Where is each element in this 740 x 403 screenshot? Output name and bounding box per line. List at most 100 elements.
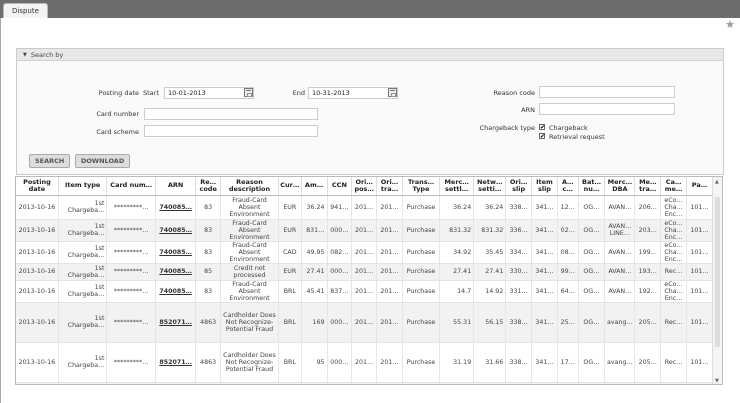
table-cell: Fraud-Card Absent Environment — [220, 195, 279, 220]
table-cell: AVAN… — [604, 263, 636, 281]
table-cell: 101… — [686, 280, 713, 303]
column-header[interactable]: Me… tra… — [634, 177, 662, 196]
start-date-input[interactable]: 10-01-2013 — [164, 87, 254, 99]
table-cell: Credit not processed — [220, 263, 279, 281]
table-cell: 64… — [557, 280, 579, 303]
table-cell: 2013-10-16 — [16, 263, 59, 281]
table-row[interactable]: 2013-10-161st Chargeba…*********…852071…… — [16, 302, 713, 343]
arn-link[interactable]: 740085… — [155, 241, 197, 264]
table-cell: 338… — [505, 302, 533, 343]
table-cell: 199… — [634, 241, 662, 264]
table-row[interactable]: 2013-10-16 1st Chargeba… *********… 740085…… — [16, 195, 713, 220]
table-cell: OG… — [578, 302, 606, 343]
column-header[interactable]: Posting date — [16, 177, 59, 196]
table-cell: 341… — [531, 241, 558, 264]
table-cell: 83 — [195, 195, 222, 220]
arn-link[interactable]: 740085… — [155, 195, 197, 220]
table-row[interactable]: 2013-10-16 1st Chargeba… *********… 740085…… — [16, 280, 713, 303]
arn-link[interactable]: 740085… — [155, 219, 197, 242]
table-cell: 334… — [505, 241, 533, 264]
column-header[interactable]: Ori… pos… — [351, 177, 378, 196]
vertical-scrollbar[interactable]: ▲ ▼ — [712, 177, 722, 384]
table-cell: *********… — [106, 195, 156, 220]
search-button[interactable]: SEARCH — [29, 154, 71, 168]
collapse-triangle-icon[interactable]: ▼ — [23, 49, 27, 61]
table-cell: 000… — [327, 302, 353, 343]
tab-dispute[interactable]: Dispute — [3, 3, 48, 18]
column-header[interactable]: Merc… DBA — [604, 177, 636, 196]
table-cell: 49.95 — [301, 241, 328, 264]
table-cell: 83 — [195, 219, 222, 242]
column-header[interactable]: Trans… Type — [402, 177, 441, 196]
table-cell: Purchase — [402, 263, 441, 281]
table-row[interactable]: 2013-10-16 1st Chargeba… *********… 740085…… — [16, 219, 713, 242]
arn-input[interactable] — [539, 103, 675, 115]
table-row[interactable]: 2013-10-16 1st Chargeba… *********… 740085…… — [16, 241, 713, 264]
arn-link[interactable]: 852071… — [155, 302, 197, 343]
column-header[interactable]: Ca… me… — [660, 177, 688, 196]
table-cell: 193… — [634, 263, 662, 281]
table-cell: 36.24 — [439, 195, 475, 220]
star-icon[interactable]: ★ — [725, 19, 735, 30]
chargeback-checkbox[interactable]: ✔ — [539, 124, 545, 131]
table-cell: 101… — [686, 342, 713, 383]
table-cell: *********… — [106, 342, 156, 383]
table-cell: AVAN… — [604, 195, 636, 220]
table-cell: 831… — [301, 219, 328, 242]
column-header[interactable]: A… c… — [557, 177, 579, 196]
column-header[interactable]: Ori… tra… — [376, 177, 403, 196]
column-header[interactable]: Am… — [301, 177, 328, 196]
table-row[interactable]: 2013-10-16 1st Chargeba… *********… 740085…… — [16, 263, 713, 281]
table-cell: Rec… — [660, 302, 688, 343]
table-cell: avang… — [604, 342, 636, 383]
table-row[interactable]: 2013-10-161st Chargeba…*********…852071…… — [16, 382, 713, 384]
column-header[interactable]: Pa… — [686, 177, 713, 196]
retrieval-checkbox[interactable]: ✔ — [539, 133, 545, 140]
table-cell: Cardholder Does Not Recognize-Potential … — [220, 342, 279, 383]
header-row: Posting date Item type Card num… ARN Re…… — [16, 177, 713, 196]
scroll-up-icon[interactable]: ▲ — [715, 179, 719, 185]
table-cell: 201… — [351, 342, 378, 383]
table-cell: 990… — [327, 382, 353, 384]
end-date-input[interactable]: 10-31-2013 — [308, 87, 398, 99]
column-header[interactable]: Re… code — [195, 177, 222, 196]
table-cell: *********… — [106, 263, 156, 281]
arn-link[interactable]: 740085… — [155, 263, 197, 281]
column-header[interactable]: Reason description — [220, 177, 279, 196]
column-header[interactable]: CCN — [327, 177, 353, 196]
scroll-down-icon[interactable]: ▼ — [715, 378, 719, 384]
arn-link[interactable]: 740085… — [155, 280, 197, 303]
column-header[interactable]: Card num… — [106, 177, 156, 196]
scrollbar-thumb[interactable] — [715, 197, 720, 347]
table-cell: *********… — [106, 219, 156, 242]
column-header[interactable]: Item type — [58, 177, 108, 196]
card-scheme-input[interactable] — [144, 125, 318, 137]
column-header[interactable]: Cur… — [278, 177, 302, 196]
table-cell: 201… — [351, 382, 378, 384]
table-cell: 55.31 — [439, 302, 475, 343]
start-calendar-icon[interactable] — [244, 88, 253, 97]
arn-label: ARN — [521, 106, 535, 114]
table-cell: 101… — [686, 302, 713, 343]
table-cell: 192… — [634, 280, 662, 303]
table-cell: 201… — [351, 219, 378, 242]
table-row[interactable]: 2013-10-161st Chargeba…*********…852071…… — [16, 342, 713, 383]
column-header[interactable]: Item slip — [531, 177, 558, 196]
table-cell: 4863 — [195, 302, 222, 343]
column-header[interactable]: Ori… slip — [505, 177, 533, 196]
table-cell: 17… — [557, 342, 579, 383]
search-panel-header[interactable]: ▼ Search by — [17, 49, 723, 61]
table-cell: 12… — [557, 195, 579, 220]
reason-code-input[interactable] — [539, 86, 675, 98]
table-cell: 201… — [376, 195, 403, 220]
arn-link[interactable]: 852071… — [155, 382, 197, 384]
download-button[interactable]: DOWNLOAD — [75, 154, 131, 168]
end-calendar-icon[interactable] — [388, 88, 397, 97]
column-header[interactable]: Netw… setti… — [473, 177, 507, 196]
column-header[interactable]: Merc… settl… — [439, 177, 475, 196]
card-number-input[interactable] — [144, 108, 318, 120]
column-header[interactable]: Bat… nu… — [578, 177, 606, 196]
column-header[interactable]: ARN — [155, 177, 197, 196]
table-cell: 341… — [531, 342, 558, 383]
arn-link[interactable]: 852071… — [155, 342, 197, 383]
